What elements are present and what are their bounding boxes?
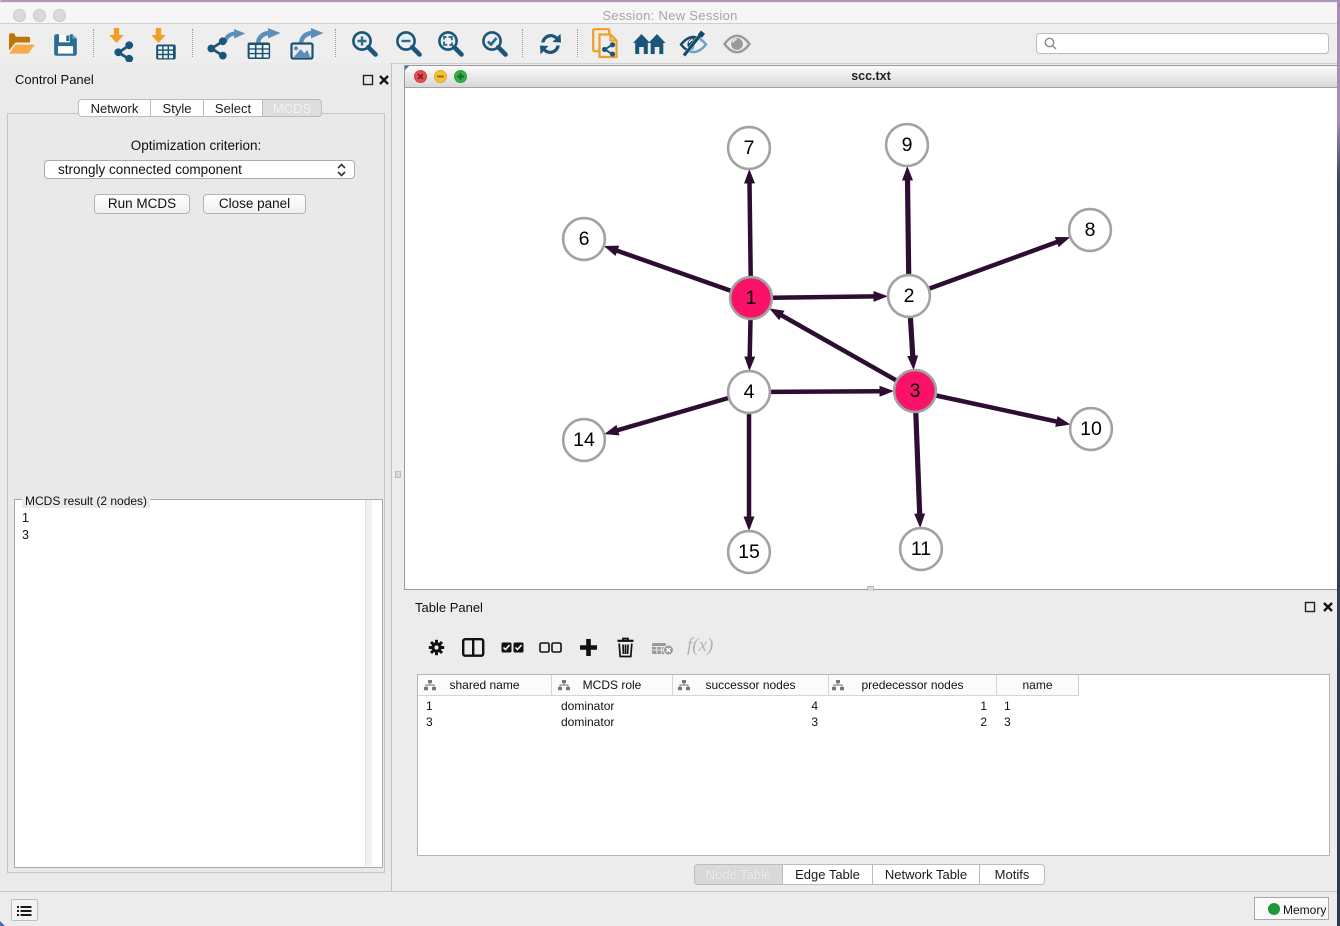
svg-text:3: 3	[910, 380, 921, 402]
svg-text:6: 6	[579, 228, 590, 250]
svg-text:4: 4	[744, 381, 755, 403]
svg-text:10: 10	[1080, 418, 1102, 440]
svg-text:8: 8	[1085, 219, 1096, 241]
svg-text:1: 1	[746, 287, 757, 309]
svg-text:9: 9	[902, 134, 913, 156]
svg-text:15: 15	[738, 541, 760, 563]
svg-text:11: 11	[911, 538, 931, 560]
svg-text:14: 14	[573, 429, 595, 451]
svg-text:2: 2	[904, 285, 915, 307]
svg-text:7: 7	[744, 137, 755, 159]
